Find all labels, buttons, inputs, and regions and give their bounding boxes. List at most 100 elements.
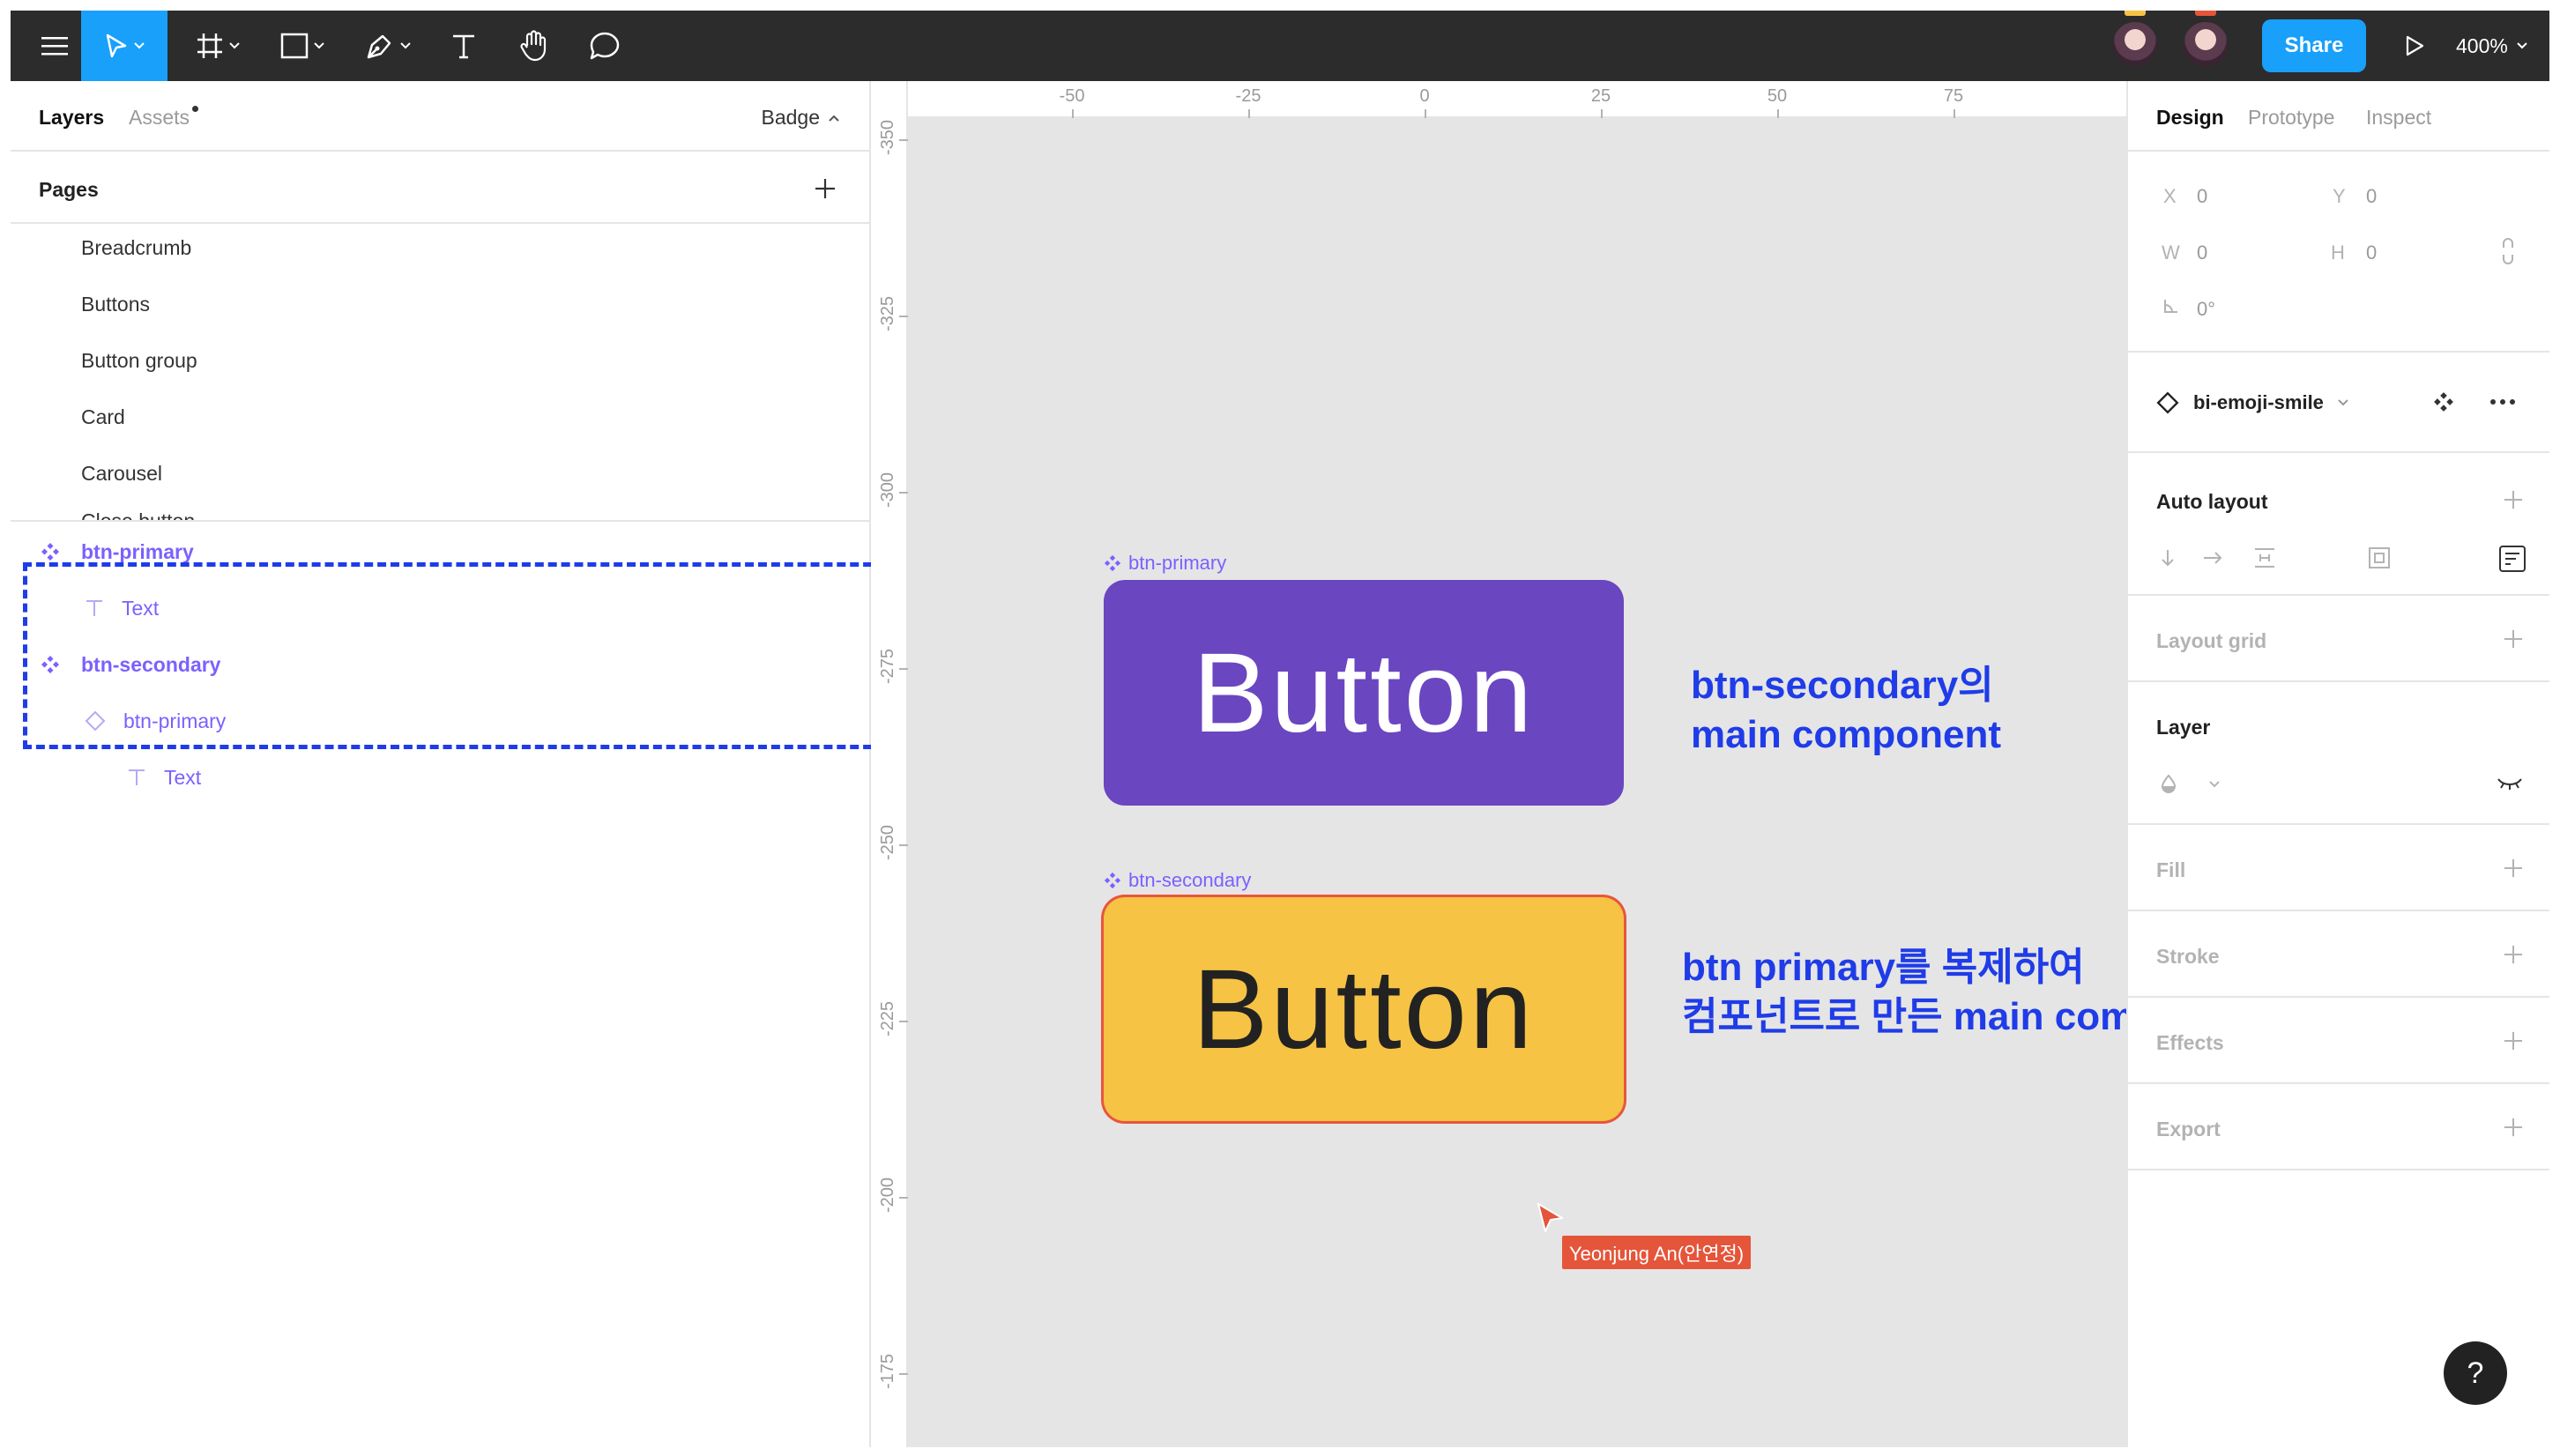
ruler-label: -300 bbox=[878, 472, 897, 508]
alignment-icon[interactable] bbox=[2498, 545, 2527, 573]
hand-tool-button[interactable] bbox=[508, 11, 561, 81]
page-item[interactable]: Close button bbox=[81, 509, 195, 520]
pen-tool-button[interactable] bbox=[354, 11, 421, 81]
chevron-down-icon bbox=[2517, 42, 2527, 49]
component-icon bbox=[1104, 554, 1121, 572]
chevron-down-icon bbox=[2338, 399, 2348, 406]
go-to-main-component-icon[interactable] bbox=[2433, 391, 2454, 412]
padding-icon[interactable] bbox=[2368, 546, 2391, 569]
ruler-label: -225 bbox=[878, 1000, 897, 1036]
ruler-tick bbox=[899, 1197, 908, 1199]
tab-assets[interactable]: Assets bbox=[129, 106, 190, 130]
present-button[interactable] bbox=[2391, 11, 2438, 81]
tab-inspect[interactable]: Inspect bbox=[2366, 106, 2431, 130]
pages-list: Breadcrumb Buttons Button group Card Car… bbox=[11, 226, 869, 522]
tab-layers[interactable]: Layers bbox=[39, 106, 104, 130]
layer-row-text[interactable]: Text bbox=[11, 749, 869, 806]
btn-primary-component[interactable]: Button bbox=[1104, 580, 1624, 806]
page-item[interactable]: Buttons bbox=[81, 293, 150, 316]
ruler-tick bbox=[1601, 109, 1603, 118]
layer-section: Layer bbox=[2128, 682, 2549, 825]
annotation-line: btn-secondary의 bbox=[1691, 664, 1994, 707]
auto-layout-section: Auto layout bbox=[2128, 453, 2549, 596]
avatar-color-tag bbox=[2195, 11, 2216, 16]
add-page-icon[interactable] bbox=[815, 178, 836, 199]
rotation-input[interactable]: 0° bbox=[2197, 298, 2215, 321]
page-dropdown[interactable]: Badge bbox=[761, 106, 839, 130]
main-menu-button[interactable] bbox=[28, 11, 81, 81]
section-title: Auto layout bbox=[2156, 490, 2268, 513]
comment-tool-button[interactable] bbox=[578, 11, 631, 81]
tab-prototype[interactable]: Prototype bbox=[2248, 106, 2334, 130]
frame-name: btn-secondary bbox=[1128, 869, 1252, 891]
btn-secondary-component[interactable]: Button bbox=[1104, 897, 1624, 1121]
help-button[interactable]: ? bbox=[2444, 1341, 2507, 1405]
arrow-down-icon[interactable] bbox=[2160, 548, 2176, 568]
component-icon bbox=[1104, 872, 1121, 889]
blend-mode-icon[interactable] bbox=[2160, 774, 2177, 793]
share-button[interactable]: Share bbox=[2262, 19, 2366, 72]
layout-grid-section: Layout grid bbox=[2128, 596, 2549, 682]
spacing-icon[interactable] bbox=[2253, 546, 2276, 569]
shape-tool-button[interactable] bbox=[272, 11, 333, 81]
ruler-tick bbox=[1777, 109, 1779, 118]
text-tool-button[interactable] bbox=[439, 11, 488, 81]
page-item[interactable]: Button group bbox=[81, 349, 197, 373]
add-layout-grid-icon[interactable] bbox=[2504, 629, 2523, 649]
properties-panel: Design Prototype Inspect X 0 Y 0 W 0 H 0… bbox=[2126, 81, 2549, 1447]
annotation-note: btn primary를 복제하여 컴포넌트로 만든 main componen… bbox=[1682, 943, 2126, 1042]
add-fill-icon[interactable] bbox=[2504, 858, 2523, 878]
collaborator-cursor-icon bbox=[1537, 1203, 1563, 1232]
constrain-proportions-icon[interactable] bbox=[2502, 238, 2514, 264]
visibility-icon[interactable] bbox=[2497, 776, 2523, 791]
ruler-tick bbox=[899, 844, 908, 846]
add-auto-layout-icon[interactable] bbox=[2504, 490, 2523, 509]
stroke-section: Stroke bbox=[2128, 911, 2549, 998]
w-input[interactable]: 0 bbox=[2197, 241, 2207, 264]
ruler-tick bbox=[899, 1373, 908, 1375]
properties-tabs: Design Prototype Inspect bbox=[2128, 81, 2549, 152]
canvas[interactable]: -50 -25 0 25 50 75 -350 -325 -300 -275 -… bbox=[871, 81, 2126, 1447]
fill-section: Fill bbox=[2128, 825, 2549, 911]
ruler-label: -350 bbox=[878, 119, 897, 155]
collaborator-avatar[interactable] bbox=[2181, 19, 2230, 69]
add-stroke-icon[interactable] bbox=[2504, 945, 2523, 964]
play-icon bbox=[2406, 35, 2424, 56]
layers-panel: Layers Assets Badge Pages Breadcrumb But… bbox=[11, 81, 871, 1447]
chevron-down-icon bbox=[314, 42, 324, 49]
effects-section: Effects bbox=[2128, 998, 2549, 1084]
section-title: Layer bbox=[2156, 716, 2211, 739]
add-effect-icon[interactable] bbox=[2504, 1031, 2523, 1051]
frame-label-btn-secondary[interactable]: btn-secondary bbox=[1104, 869, 1251, 892]
page-item[interactable]: Breadcrumb bbox=[81, 236, 191, 260]
y-input[interactable]: 0 bbox=[2366, 185, 2377, 208]
ruler-label: 50 bbox=[1767, 86, 1788, 106]
zoom-dropdown[interactable]: 400% bbox=[2456, 11, 2527, 81]
h-input[interactable]: 0 bbox=[2366, 241, 2377, 264]
arrow-right-icon[interactable] bbox=[2202, 550, 2223, 566]
chevron-up-icon bbox=[829, 115, 839, 122]
more-options-icon[interactable] bbox=[2489, 398, 2516, 405]
page-item[interactable]: Carousel bbox=[81, 462, 162, 486]
tab-design[interactable]: Design bbox=[2156, 106, 2224, 130]
annotation-line: main component bbox=[1691, 713, 2002, 756]
component-icon bbox=[41, 543, 59, 561]
move-tool-button[interactable] bbox=[81, 11, 167, 81]
annotation-highlight-box bbox=[23, 562, 885, 749]
chevron-down-icon bbox=[400, 42, 411, 49]
add-export-icon[interactable] bbox=[2504, 1118, 2523, 1137]
text-layer-icon bbox=[129, 769, 145, 785]
frame-tool-button[interactable] bbox=[187, 11, 249, 81]
x-label: X bbox=[2163, 185, 2177, 207]
collaborator-avatar[interactable] bbox=[2110, 19, 2160, 69]
x-input[interactable]: 0 bbox=[2197, 185, 2207, 208]
page-item[interactable]: Card bbox=[81, 405, 125, 429]
instance-swap-dropdown[interactable]: bi-emoji-smile bbox=[2193, 391, 2348, 414]
ruler-tick bbox=[1953, 109, 1955, 118]
chevron-down-icon bbox=[134, 42, 145, 49]
chevron-down-icon[interactable] bbox=[2209, 781, 2220, 788]
ruler-tick bbox=[899, 1021, 908, 1022]
section-title: Export bbox=[2156, 1118, 2221, 1140]
annotation-line: btn primary를 복제하여 bbox=[1682, 946, 2085, 989]
frame-label-btn-primary[interactable]: btn-primary bbox=[1104, 552, 1226, 575]
